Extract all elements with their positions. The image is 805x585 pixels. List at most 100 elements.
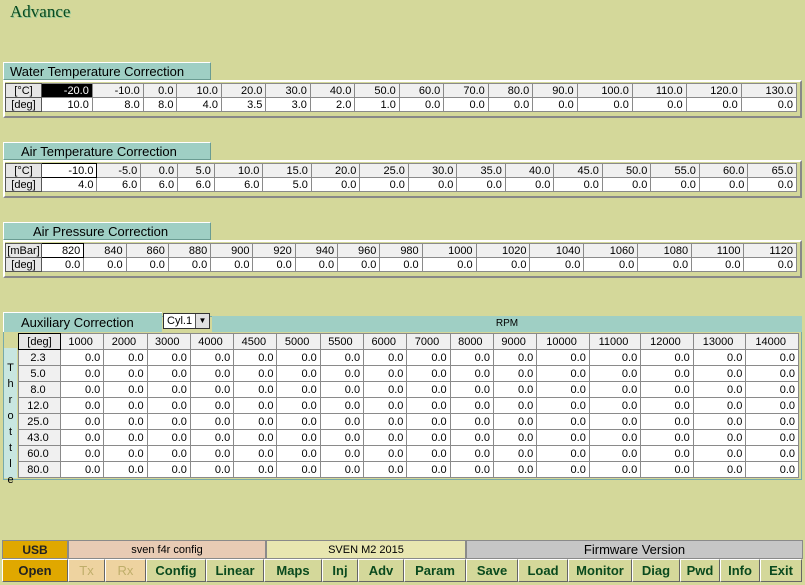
aux-value-cell[interactable]: 0.0 — [536, 461, 590, 478]
aux-value-cell[interactable]: 0.0 — [692, 413, 747, 430]
aux-value-cell[interactable]: 0.0 — [103, 413, 148, 430]
axis-value-cell[interactable]: 110.0 — [631, 83, 687, 98]
correction-value-cell[interactable]: 0.0 — [504, 177, 555, 192]
correction-value-cell[interactable]: 1.0 — [354, 97, 400, 112]
axis-value-cell[interactable]: 40.0 — [504, 163, 555, 178]
axis-value-cell[interactable]: 1100 — [691, 243, 745, 258]
axis-value-cell[interactable]: 1000 — [421, 243, 477, 258]
rpm-header-cell[interactable]: 14000 — [745, 333, 799, 350]
axis-value-cell[interactable]: 70.0 — [443, 83, 489, 98]
correction-value-cell[interactable]: 0.0 — [475, 257, 531, 272]
axis-value-cell[interactable]: 900 — [210, 243, 254, 258]
aux-value-cell[interactable]: 0.0 — [588, 429, 642, 446]
rpm-header-cell[interactable]: 6000 — [363, 333, 408, 350]
axis-value-cell[interactable]: 1120 — [743, 243, 797, 258]
axis-value-cell[interactable]: 1060 — [583, 243, 639, 258]
axis-value-cell[interactable]: 980 — [379, 243, 423, 258]
aux-value-cell[interactable]: 0.0 — [363, 429, 408, 446]
correction-value-cell[interactable]: 3.0 — [265, 97, 311, 112]
aux-value-cell[interactable]: 0.0 — [449, 365, 494, 382]
aux-value-cell[interactable]: 0.0 — [745, 429, 799, 446]
axis-value-cell[interactable]: 20.0 — [220, 83, 267, 98]
axis-value-cell[interactable]: 840 — [83, 243, 127, 258]
aux-value-cell[interactable]: 0.0 — [492, 413, 538, 430]
axis-value-cell[interactable]: 960 — [337, 243, 381, 258]
aux-value-cell[interactable]: 0.0 — [189, 429, 235, 446]
aux-value-cell[interactable]: 0.0 — [276, 413, 321, 430]
axis-value-cell[interactable]: 1080 — [637, 243, 693, 258]
axis-value-cell[interactable]: 880 — [167, 243, 212, 258]
aux-value-cell[interactable]: 0.0 — [406, 429, 451, 446]
correction-value-cell[interactable]: 0.0 — [456, 177, 506, 192]
correction-value-cell[interactable]: 6.0 — [140, 177, 179, 192]
throttle-row-label[interactable]: 2.3 — [18, 349, 61, 366]
aux-value-cell[interactable]: 0.0 — [588, 349, 642, 366]
axis-value-cell[interactable]: 90.0 — [532, 83, 578, 98]
aux-value-cell[interactable]: 0.0 — [449, 349, 494, 366]
aux-value-cell[interactable]: 0.0 — [588, 413, 642, 430]
correction-value-cell[interactable]: 10.0 — [41, 97, 93, 112]
aux-value-cell[interactable]: 0.0 — [492, 461, 538, 478]
param-button[interactable]: Param — [404, 559, 466, 582]
aux-value-cell[interactable]: 0.0 — [233, 381, 278, 398]
rpm-header-cell[interactable]: 2000 — [103, 333, 148, 350]
axis-value-cell[interactable]: 920 — [252, 243, 296, 258]
rpm-header-cell[interactable]: 4000 — [189, 333, 235, 350]
axis-value-cell[interactable]: 55.0 — [650, 163, 700, 178]
aux-value-cell[interactable]: 0.0 — [189, 349, 235, 366]
aux-value-cell[interactable]: 0.0 — [588, 445, 642, 462]
correction-value-cell[interactable]: 0.0 — [650, 177, 700, 192]
correction-value-cell[interactable]: 6.0 — [213, 177, 264, 192]
axis-value-cell[interactable]: 860 — [125, 243, 169, 258]
correction-value-cell[interactable]: 0.0 — [294, 257, 339, 272]
aux-value-cell[interactable]: 0.0 — [640, 397, 694, 414]
aux-value-cell[interactable]: 0.0 — [492, 445, 538, 462]
aux-value-cell[interactable]: 0.0 — [406, 365, 451, 382]
aux-value-cell[interactable]: 0.0 — [536, 397, 590, 414]
aux-value-cell[interactable]: 0.0 — [319, 413, 365, 430]
correction-value-cell[interactable]: 0.0 — [337, 257, 381, 272]
rx-button[interactable]: Rx — [105, 559, 146, 582]
aux-value-cell[interactable]: 0.0 — [588, 397, 642, 414]
rpm-header-cell[interactable]: 5500 — [319, 333, 365, 350]
correction-value-cell[interactable]: 0.0 — [631, 97, 687, 112]
aux-value-cell[interactable]: 0.0 — [692, 397, 747, 414]
rpm-header-cell[interactable]: 12000 — [640, 333, 694, 350]
info-button[interactable]: Info — [720, 559, 760, 582]
aux-value-cell[interactable]: 0.0 — [406, 381, 451, 398]
aux-value-cell[interactable]: 0.0 — [319, 381, 365, 398]
axis-value-cell[interactable]: -10.0 — [40, 163, 98, 178]
aux-value-cell[interactable]: 0.0 — [588, 365, 642, 382]
aux-value-cell[interactable]: 0.0 — [492, 429, 538, 446]
throttle-row-label[interactable]: 25.0 — [18, 413, 61, 430]
correction-value-cell[interactable]: 0.0 — [407, 177, 458, 192]
adv-button[interactable]: Adv — [358, 559, 404, 582]
axis-value-cell[interactable]: -10.0 — [91, 83, 144, 98]
aux-value-cell[interactable]: 0.0 — [276, 429, 321, 446]
aux-value-cell[interactable]: 0.0 — [492, 349, 538, 366]
aux-value-cell[interactable]: 0.0 — [588, 461, 642, 478]
aux-value-cell[interactable]: 0.0 — [233, 429, 278, 446]
aux-value-cell[interactable]: 0.0 — [59, 413, 105, 430]
correction-value-cell[interactable]: 0.0 — [252, 257, 296, 272]
aux-value-cell[interactable]: 0.0 — [146, 461, 191, 478]
aux-value-cell[interactable]: 0.0 — [59, 461, 105, 478]
correction-value-cell[interactable]: 0.0 — [83, 257, 127, 272]
aux-value-cell[interactable]: 0.0 — [189, 461, 235, 478]
aux-value-cell[interactable]: 0.0 — [59, 349, 105, 366]
axis-value-cell[interactable]: 50.0 — [354, 83, 400, 98]
rpm-header-cell[interactable]: 11000 — [588, 333, 642, 350]
aux-value-cell[interactable]: 0.0 — [536, 445, 590, 462]
axis-value-cell[interactable]: 30.0 — [407, 163, 458, 178]
axis-value-cell[interactable]: 45.0 — [553, 163, 603, 178]
aux-value-cell[interactable]: 0.0 — [146, 445, 191, 462]
rpm-header-cell[interactable]: 4500 — [233, 333, 278, 350]
aux-value-cell[interactable]: 0.0 — [146, 397, 191, 414]
aux-value-cell[interactable]: 0.0 — [363, 461, 408, 478]
aux-value-cell[interactable]: 0.0 — [189, 445, 235, 462]
aux-value-cell[interactable]: 0.0 — [233, 349, 278, 366]
aux-value-cell[interactable]: 0.0 — [233, 413, 278, 430]
axis-value-cell[interactable]: 1040 — [529, 243, 585, 258]
correction-value-cell[interactable]: 0.0 — [210, 257, 254, 272]
axis-value-cell[interactable]: 80.0 — [487, 83, 534, 98]
